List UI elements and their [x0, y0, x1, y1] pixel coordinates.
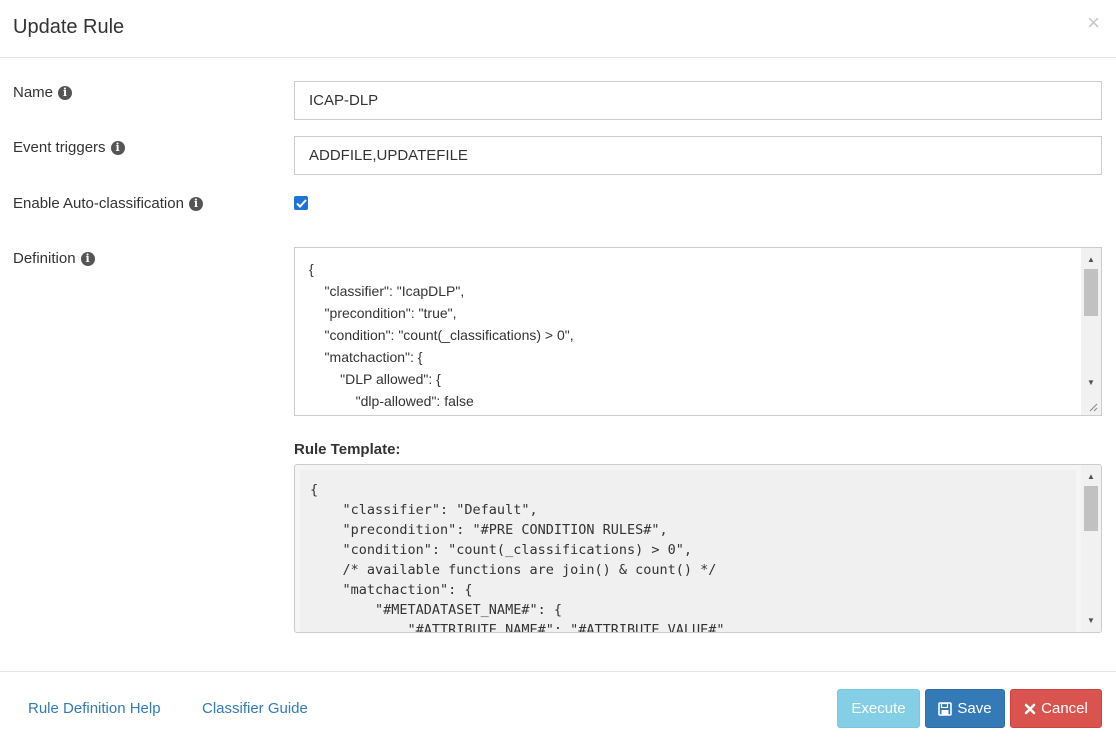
- rule-template-code-area: { "classifier": "Default", "precondition…: [300, 470, 1076, 632]
- cancel-button-label: Cancel: [1041, 700, 1088, 717]
- auto-classification-label: Enable Auto-classification: [13, 195, 184, 212]
- scroll-down-arrow-icon[interactable]: ▼: [1081, 612, 1101, 628]
- scroll-thumb[interactable]: [1084, 486, 1098, 531]
- execute-button-label: Execute: [851, 700, 906, 717]
- classifier-guide-link[interactable]: Classifier Guide: [202, 700, 308, 717]
- checkmark-icon: [295, 198, 307, 208]
- scroll-up-arrow-icon[interactable]: ▲: [1081, 468, 1101, 484]
- resize-grip-icon: [1089, 403, 1098, 412]
- floppy-disk-icon: [938, 701, 953, 716]
- info-circle-icon[interactable]: i: [188, 196, 203, 211]
- dialog-footer: Rule Definition Help Classifier Guide Ex…: [0, 671, 1116, 740]
- close-icon[interactable]: ×: [1087, 12, 1100, 34]
- update-rule-dialog: Update Rule × Name i Event triggers i En…: [0, 0, 1116, 740]
- dialog-title: Update Rule: [13, 16, 125, 38]
- scroll-down-arrow-icon[interactable]: ▼: [1081, 374, 1101, 390]
- info-circle-icon[interactable]: i: [110, 140, 125, 155]
- rule-template-label: Rule Template:: [294, 441, 401, 458]
- save-button-label: Save: [957, 700, 992, 717]
- execute-button[interactable]: Execute: [837, 689, 920, 728]
- definition-label-group: Definition i: [13, 250, 95, 267]
- auto-classification-checkbox[interactable]: [294, 196, 308, 210]
- info-circle-icon[interactable]: i: [58, 85, 73, 100]
- template-scrollbar[interactable]: ▲ ▼: [1081, 465, 1101, 632]
- definition-scrollbar[interactable]: ▲ ▼: [1081, 248, 1101, 395]
- name-label: Name: [13, 84, 54, 101]
- name-input[interactable]: [294, 81, 1102, 120]
- save-button[interactable]: Save: [925, 689, 1005, 728]
- rule-template-box: { "classifier": "Default", "precondition…: [294, 464, 1102, 633]
- definition-text[interactable]: { "classifier": "IcapDLP", "precondition…: [309, 258, 574, 412]
- cancel-button[interactable]: Cancel: [1010, 689, 1102, 728]
- event-triggers-input[interactable]: [294, 136, 1102, 175]
- definition-textarea[interactable]: { "classifier": "IcapDLP", "precondition…: [294, 247, 1102, 416]
- name-label-group: Name i: [13, 84, 73, 101]
- scroll-thumb[interactable]: [1084, 269, 1098, 316]
- rule-definition-help-link[interactable]: Rule Definition Help: [28, 700, 161, 717]
- scroll-up-arrow-icon[interactable]: ▲: [1081, 251, 1101, 267]
- autoclass-label-group: Enable Auto-classification i: [13, 195, 203, 212]
- event-triggers-label: Event triggers: [13, 139, 106, 156]
- definition-label: Definition: [13, 250, 76, 267]
- resize-handle[interactable]: [1081, 395, 1101, 415]
- rule-template-text: { "classifier": "Default", "precondition…: [310, 482, 725, 632]
- triggers-label-group: Event triggers i: [13, 139, 125, 156]
- dialog-header: Update Rule ×: [0, 0, 1116, 58]
- x-mark-icon: [1024, 703, 1036, 715]
- info-circle-icon[interactable]: i: [80, 251, 95, 266]
